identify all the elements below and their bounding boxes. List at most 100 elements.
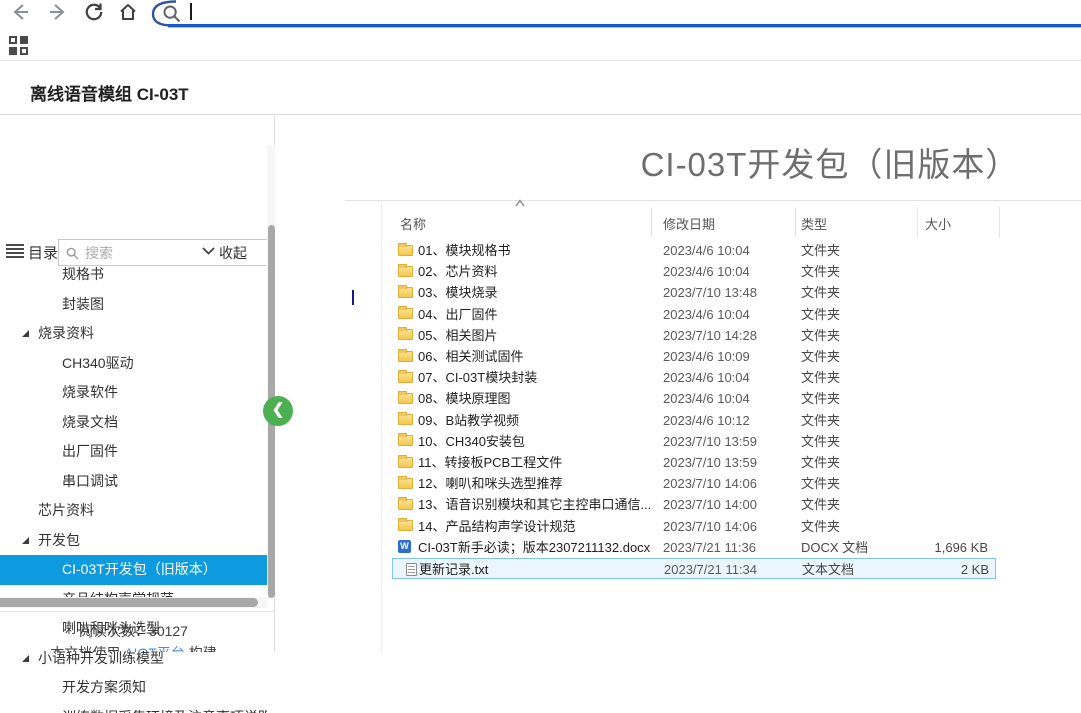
sidebar-item-label: 烧录资料: [38, 319, 94, 349]
file-name: 04、出厂固件: [418, 304, 497, 325]
sidebar-item[interactable]: 出厂固件: [0, 437, 267, 467]
file-name: 10、CH340安装包: [418, 431, 525, 452]
file-name: 06、相关测试固件: [418, 346, 523, 367]
file-row[interactable]: 05、相关图片 2023/7/10 14:28 文件夹: [385, 325, 1003, 346]
file-row[interactable]: 09、B站教学视频2023/4/6 10:12文件夹: [385, 410, 1003, 431]
footer-text: 本文档使用: [50, 645, 124, 652]
footer-text: 构建: [185, 645, 217, 652]
file-row[interactable]: 13、语音识别模块和其它主控串口通信...2023/7/10 14:00文件夹: [385, 494, 1003, 515]
sidebar-item-label: CH340驱动: [62, 349, 134, 379]
sidebar-item[interactable]: 芯片资料: [0, 496, 267, 526]
column-header-size[interactable]: 大小: [925, 214, 951, 233]
read-count: 阅读次数：30127: [0, 621, 267, 641]
file-row[interactable]: 02、芯片资料2023/4/6 10:04文件夹: [385, 261, 1003, 282]
file-name: 11、转接板PCB工程文件: [418, 452, 562, 473]
file-size: 2 KB: [861, 559, 989, 580]
file-date: 2023/4/6 10:04: [663, 367, 750, 388]
folder-icon: [398, 478, 413, 489]
column-header-type[interactable]: 类型: [801, 214, 827, 233]
file-type: 文件夹: [801, 367, 840, 388]
address-input[interactable]: [196, 3, 1056, 23]
sidebar-item[interactable]: 串口调试: [0, 467, 267, 497]
file-type: 文本文档: [802, 559, 854, 580]
sidebar-item[interactable]: 封装图: [0, 290, 267, 320]
folder-icon: [398, 329, 413, 340]
file-name: 05、相关图片: [418, 325, 497, 346]
file-date: 2023/4/6 10:04: [663, 261, 750, 282]
folder-icon: [398, 435, 413, 446]
word-icon: W: [398, 540, 411, 553]
sidebar-item-label: 规格书: [62, 260, 104, 290]
sidebar-item-label: 烧录文档: [62, 408, 118, 438]
file-date: 2023/7/10 14:06: [663, 473, 757, 494]
file-type: 文件夹: [801, 473, 840, 494]
apps-grid-icon[interactable]: [9, 36, 28, 55]
folder-icon: [398, 520, 413, 531]
folder-icon: [398, 414, 413, 425]
file-name: 07、CI-03T模块封装: [418, 367, 537, 388]
sidebar-item-label: 训练数据采集环境及注意事项说明: [62, 703, 267, 713]
file-row[interactable]: 14、产品结构声学设计规范2023/7/10 14:06文件夹: [385, 516, 1003, 537]
file-name: CI-03T新手必读；版本2307211132.docx: [418, 537, 650, 558]
file-type: 文件夹: [801, 431, 840, 452]
file-name: 03、模块烧录: [418, 282, 497, 303]
file-type: 文件夹: [801, 388, 840, 409]
file-date: 2023/4/6 10:09: [663, 346, 750, 367]
file-type: 文件夹: [801, 240, 840, 261]
file-date: 2023/7/10 13:59: [663, 431, 757, 452]
column-header-date[interactable]: 修改日期: [663, 214, 715, 233]
sidebar-item[interactable]: 烧录软件: [0, 378, 267, 408]
file-date: 2023/4/6 10:04: [663, 304, 750, 325]
scrollbar-thumb[interactable]: [0, 598, 258, 607]
file-type: 文件夹: [801, 516, 840, 537]
folder-icon: [398, 393, 413, 404]
file-row[interactable]: 01、模块规格书2023/4/6 10:04文件夹: [385, 240, 1003, 261]
file-row[interactable]: 03、模块烧录2023/7/10 13:48文件夹: [385, 282, 1003, 303]
file-name: 更新记录.txt: [419, 559, 488, 580]
file-row[interactable]: 08、模块原理图2023/4/6 10:04文件夹: [385, 388, 1003, 409]
file-date: 2023/4/6 10:12: [663, 410, 750, 431]
footer-link[interactable]: AIOT平台: [124, 645, 185, 652]
file-date: 2023/7/10 14:28: [663, 325, 757, 346]
expanded-caret-icon[interactable]: [22, 655, 29, 662]
sort-ascending-icon[interactable]: [515, 199, 525, 207]
expanded-caret-icon[interactable]: [22, 537, 29, 544]
sidebar-item[interactable]: 规格书: [0, 260, 267, 290]
file-name: 12、喇叭和咪头选型推荐: [418, 473, 562, 494]
file-row[interactable]: 12、喇叭和咪头选型推荐 2023/7/10 14:06 文件夹: [385, 473, 1003, 494]
file-row[interactable]: WCI-03T新手必读；版本2307211132.docx2023/7/21 1…: [385, 537, 1003, 558]
file-date: 2023/4/6 10:04: [663, 388, 750, 409]
file-date: 2023/4/6 10:04: [663, 240, 750, 261]
search-icon: [162, 4, 182, 24]
file-row[interactable]: 11、转接板PCB工程文件2023/7/10 13:59文件夹: [385, 452, 1003, 473]
file-type: 文件夹: [801, 325, 840, 346]
file-type: 文件夹: [801, 346, 840, 367]
sidebar-item[interactable]: 开发包: [0, 526, 267, 556]
sidebar-horizontal-scrollbar[interactable]: [0, 597, 267, 608]
toc-hamburger-icon[interactable]: [6, 244, 24, 258]
sidebar-item[interactable]: 烧录资料: [0, 319, 267, 349]
file-row[interactable]: 06、相关测试固件 2023/4/6 10:09 文件夹: [385, 346, 1003, 367]
search-icon: [66, 247, 79, 260]
folder-icon: [398, 372, 413, 383]
sidebar-vertical-scrollbar[interactable]: [267, 145, 275, 598]
expanded-caret-icon[interactable]: [22, 330, 29, 337]
sidebar-collapse-toggle[interactable]: ❮: [263, 396, 293, 426]
sidebar-item[interactable]: 开发方案须知: [0, 673, 267, 703]
folder-icon: [398, 457, 413, 468]
chevron-down-icon: [202, 247, 215, 255]
sidebar-item[interactable]: 训练数据采集环境及注意事项说明: [0, 703, 267, 713]
text-caret: [352, 290, 354, 305]
collapse-label: 收起: [219, 245, 247, 261]
sidebar-item-label: 串口调试: [62, 467, 118, 497]
page-title: 离线语音模组 CI-03T: [30, 80, 189, 105]
file-row[interactable]: 10、CH340安装包 2023/7/10 13:59 文件夹: [385, 431, 1003, 452]
file-type: 文件夹: [801, 452, 840, 473]
file-row[interactable]: 更新记录.txt2023/7/21 11:34文本文档2 KB: [392, 558, 996, 579]
column-header-name[interactable]: 名称: [400, 214, 426, 233]
file-row[interactable]: 04、出厂固件2023/4/6 10:04文件夹: [385, 304, 1003, 325]
sidebar-item[interactable]: CH340驱动: [0, 349, 267, 379]
sidebar-item[interactable]: 烧录文档: [0, 408, 267, 438]
sidebar-item[interactable]: CI-03T开发包（旧版本）: [0, 555, 267, 585]
file-row[interactable]: 07、CI-03T模块封装 2023/4/6 10:04 文件夹: [385, 367, 1003, 388]
